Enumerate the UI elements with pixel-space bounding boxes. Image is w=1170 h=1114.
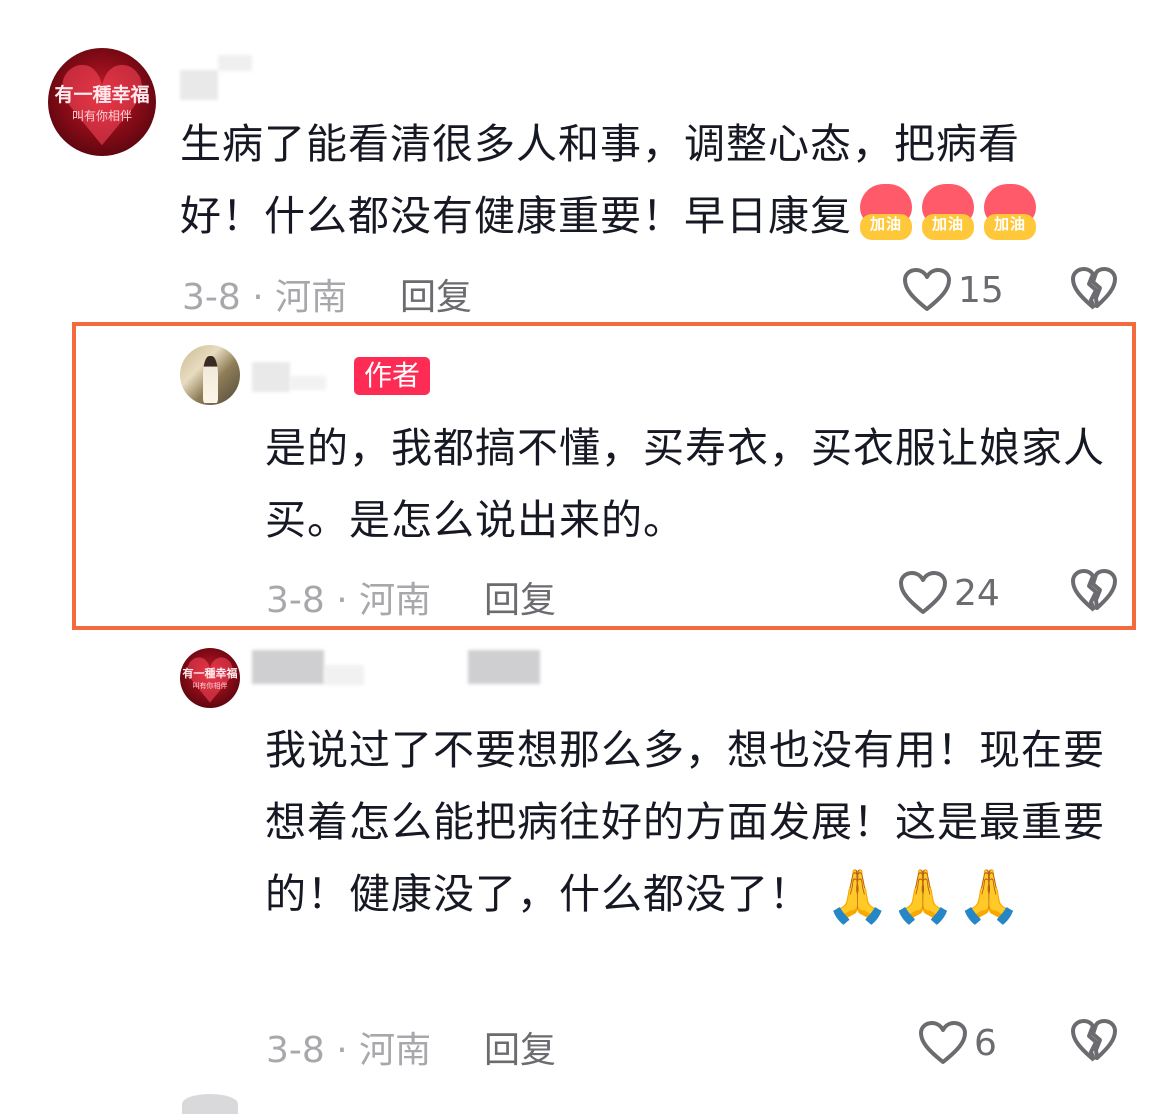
comment-text: 是的，我都搞不懂，买寿衣，买衣服让娘家人买。是怎么说出来的。: [265, 424, 1105, 544]
comment-text: 生病了能看清很多人和事，调整心态，把病看好！什么都没有健康重要！早日康复 加油 加油…: [180, 108, 1100, 252]
like-button[interactable]: 15: [902, 262, 1012, 318]
avatar[interactable]: [180, 345, 240, 405]
heart-outline-icon: [903, 268, 951, 311]
jiayou-emoji-icon: 加油: [920, 184, 976, 240]
comment-meta: 3-8 · 河南: [266, 580, 432, 621]
comment-body: 生病了能看清很多人和事，调整心态，把病看好！什么都没有健康重要！早日康复 加油 加油…: [180, 108, 1100, 252]
like-count: 24: [954, 572, 1000, 614]
username-blur: [218, 55, 252, 71]
username[interactable]: [252, 650, 324, 684]
dislike-button[interactable]: [1070, 1018, 1120, 1066]
username-blur: [290, 376, 326, 390]
jiayou-emoji-icon: 加油: [858, 184, 914, 240]
avatar-text: 有一種幸福: [182, 667, 238, 680]
comment-meta: 3-8 · 河南: [182, 277, 348, 318]
avatar-subtext: 叫有你相伴: [192, 682, 228, 690]
dislike-button[interactable]: [1070, 568, 1120, 616]
comment-meta: 3-8 · 河南: [266, 1030, 432, 1071]
heart-outline-icon: [899, 571, 947, 614]
avatar[interactable]: ♥ 有一種幸福 叫有你相伴: [48, 48, 156, 156]
username-blur: [324, 665, 364, 685]
reply-button[interactable]: 回复: [400, 268, 472, 320]
reply-button[interactable]: 回复: [484, 1021, 556, 1073]
broken-heart-icon: [1071, 267, 1117, 310]
comment-body: 是的，我都搞不懂，买寿衣，买衣服让娘家人买。是怎么说出来的。: [265, 412, 1115, 556]
author-badge: 作者: [354, 357, 431, 395]
username[interactable]: [252, 362, 290, 392]
comment-body: 我说过了不要想那么多，想也没有用！现在要想着怎么能把病往好的方面发展！这是最重要…: [265, 714, 1125, 930]
praying-hands-icon: 🙏: [890, 867, 957, 927]
like-count: 6: [974, 1022, 997, 1064]
jiayou-emoji-icon: 加油: [982, 184, 1038, 240]
avatar-subtext: 叫有你相伴: [71, 109, 132, 123]
reply-button[interactable]: 回复: [484, 571, 556, 623]
like-button[interactable]: 6: [918, 1015, 1018, 1071]
praying-hands-icon: 🙏: [825, 867, 891, 927]
dislike-button[interactable]: [1070, 266, 1120, 314]
avatar[interactable]: ♥ 有一種幸福 叫有你相伴: [180, 648, 240, 708]
username[interactable]: [180, 70, 218, 100]
avatar-text: 有一種幸福: [54, 84, 150, 106]
broken-heart-icon: [1071, 569, 1117, 612]
praying-hands-icon: 🙏: [956, 867, 1023, 927]
like-count: 15: [958, 269, 1004, 311]
avatar-partial: [182, 1094, 238, 1114]
heart-outline-icon: [919, 1021, 967, 1064]
like-button[interactable]: 24: [898, 565, 1018, 621]
broken-heart-icon: [1071, 1019, 1117, 1062]
comment-text: 我说过了不要想那么多，想也没有用！现在要想着怎么能把病往好的方面发展！这是最重要…: [265, 714, 1125, 930]
username-blur: [468, 650, 540, 684]
